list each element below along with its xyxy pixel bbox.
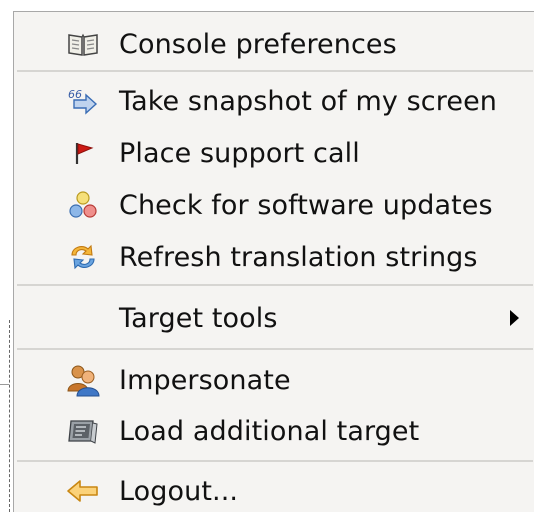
svg-text:66: 66 <box>68 88 82 101</box>
logout-arrow-icon <box>66 474 100 508</box>
menu-separator <box>17 70 533 72</box>
menu-item-label: Console preferences <box>119 28 397 60</box>
submenu-arrow-icon <box>510 310 519 326</box>
menu-item-label: Target tools <box>119 302 278 334</box>
menu-separator <box>17 460 533 462</box>
target-icon <box>66 414 100 448</box>
flag-icon <box>66 136 100 170</box>
menu-separator <box>17 348 533 350</box>
menu-item-label: Refresh translation strings <box>119 241 478 273</box>
menu-item-label: Load additional target <box>119 415 420 447</box>
menu-item-label: Impersonate <box>119 364 291 396</box>
menu-item-label: Logout... <box>119 475 239 507</box>
menu-item-place-support-call[interactable]: Place support call <box>14 130 533 176</box>
menu-item-label: Place support call <box>119 137 360 169</box>
menu-item-target-tools[interactable]: Target tools <box>14 295 533 341</box>
menu-item-check-updates[interactable]: Check for software updates <box>14 182 533 228</box>
background-guide-line <box>9 320 10 512</box>
background-tick-line <box>0 384 9 385</box>
screen: Console preferences 66 Take snapshot of … <box>0 0 534 512</box>
user-group-icon <box>66 363 100 397</box>
menu-item-label: Take snapshot of my screen <box>119 85 497 117</box>
menu-item-refresh-translations[interactable]: Refresh translation strings <box>14 234 533 280</box>
snapshot-icon: 66 <box>66 84 100 118</box>
menu-item-console-preferences[interactable]: Console preferences <box>14 21 533 67</box>
menu-item-impersonate[interactable]: Impersonate <box>14 357 533 403</box>
menu-item-load-target[interactable]: Load additional target <box>14 408 533 454</box>
context-menu: Console preferences 66 Take snapshot of … <box>13 11 534 512</box>
refresh-icon <box>66 240 100 274</box>
menu-item-label: Check for software updates <box>119 189 493 221</box>
book-icon <box>66 27 100 61</box>
menu-separator <box>17 284 533 286</box>
updates-icon <box>66 188 100 222</box>
menu-item-logout[interactable]: Logout... <box>14 468 533 512</box>
menu-item-take-snapshot[interactable]: 66 Take snapshot of my screen <box>14 78 533 124</box>
